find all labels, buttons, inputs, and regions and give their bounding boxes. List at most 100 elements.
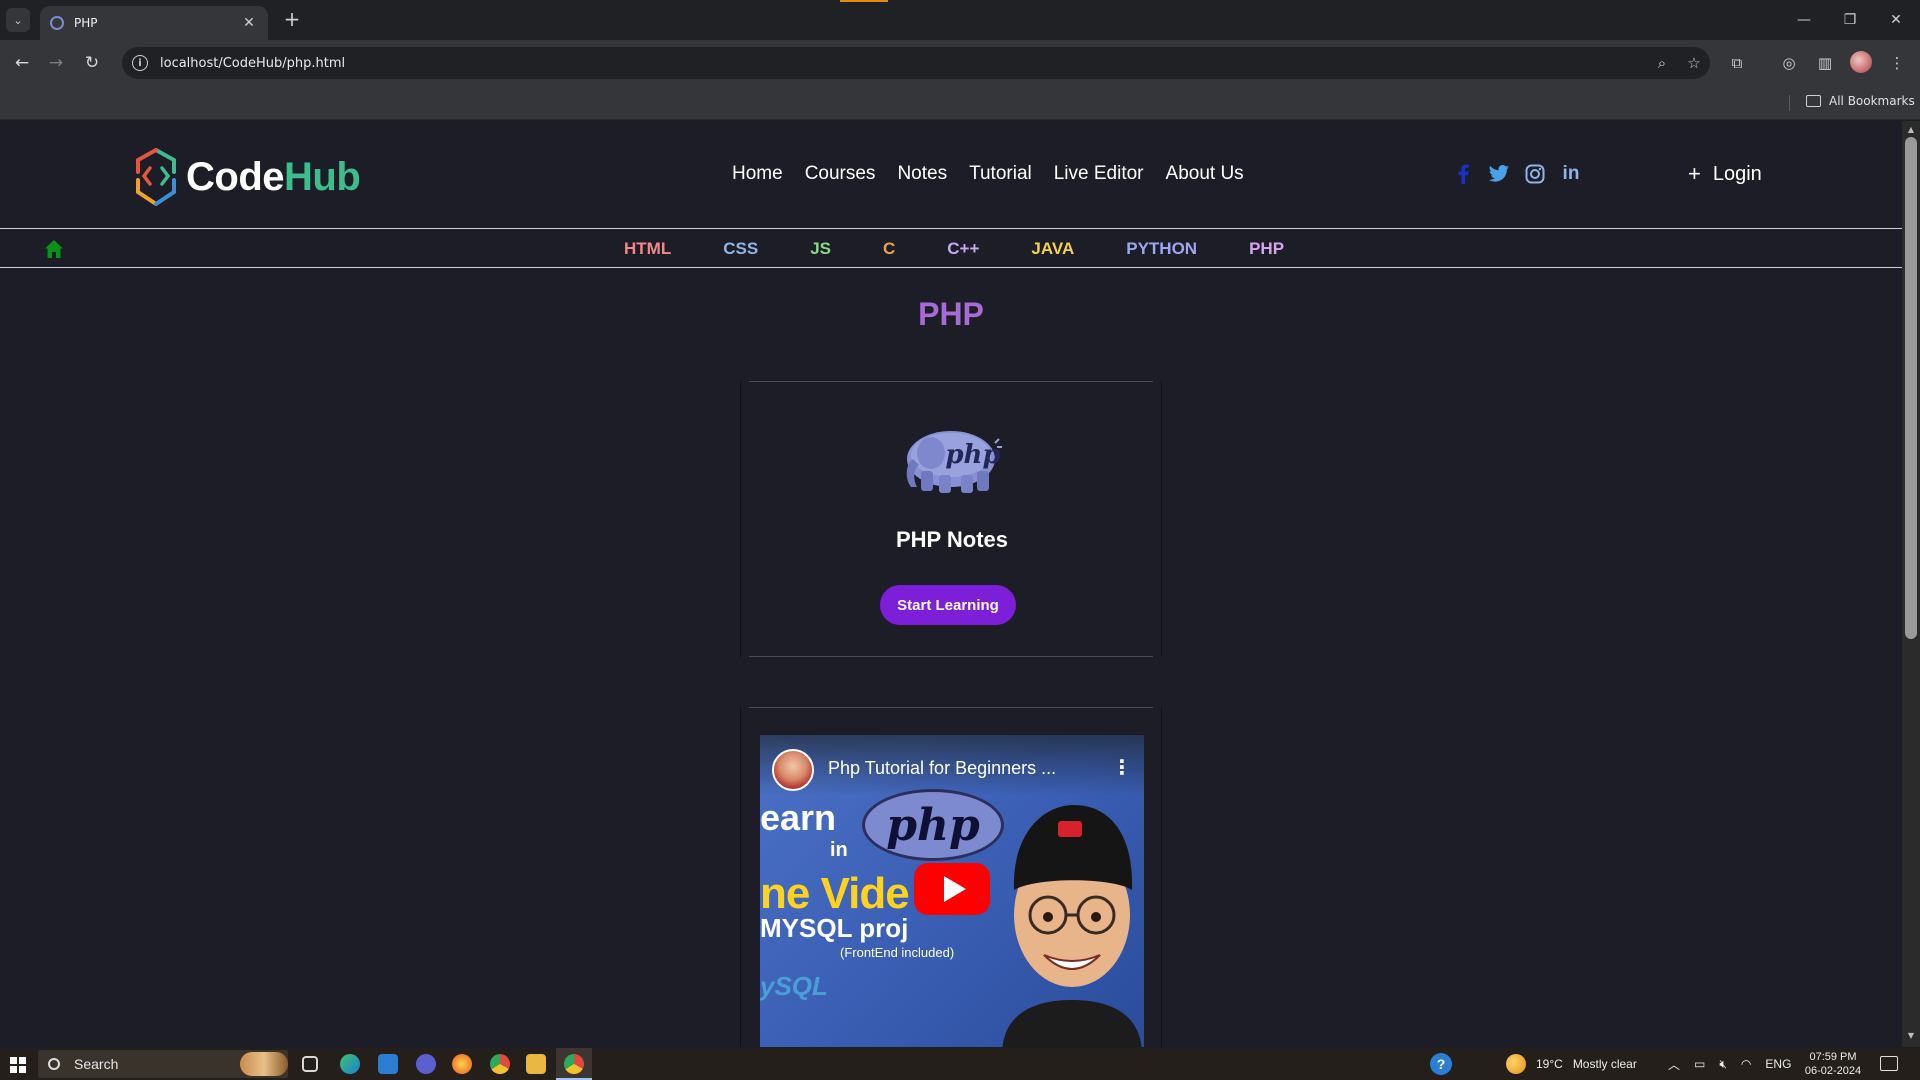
active-chrome-app[interactable] xyxy=(556,1048,592,1080)
folder-icon xyxy=(1806,95,1821,107)
edge-icon[interactable] xyxy=(340,1054,360,1074)
firefox-icon[interactable] xyxy=(452,1054,472,1074)
help-icon[interactable]: ? xyxy=(1430,1048,1452,1080)
social-links: in xyxy=(1452,163,1582,185)
play-button[interactable] xyxy=(914,863,990,915)
php-elephant-logo: php xyxy=(906,431,1002,493)
clock-date: 06-02-2024 xyxy=(1804,1065,1862,1077)
browser-toolbar: ← → ↻ i localhost/CodeHub/php.html ⌕ ☆ ⧉… xyxy=(0,40,1920,86)
search-label: Search xyxy=(74,1056,119,1072)
logo-text-hub: Hub xyxy=(284,154,361,199)
codehub-logo[interactable]: CodeHub xyxy=(134,148,361,206)
task-view-icon[interactable] xyxy=(302,1056,318,1072)
lang-link-python[interactable]: PYTHON xyxy=(1126,239,1197,259)
channel-avatar[interactable] xyxy=(772,749,814,791)
reload-button[interactable]: ↻ xyxy=(80,51,104,75)
windows-taskbar: Search ? 19°C Mostly clear ︿ ▭ 🔇︎ ◠ ENG … xyxy=(0,1048,1920,1080)
notifications-icon[interactable] xyxy=(1880,1056,1898,1071)
lang-link-cpp[interactable]: C++ xyxy=(947,239,979,259)
scroll-thumb[interactable] xyxy=(1905,137,1917,639)
nav-courses[interactable]: Courses xyxy=(805,163,876,185)
lang-link-java[interactable]: JAVA xyxy=(1031,239,1074,259)
browser-tab[interactable]: PHP ✕ xyxy=(40,6,268,40)
extensions-icon[interactable]: ⧉ xyxy=(1724,51,1750,75)
facebook-icon[interactable] xyxy=(1452,163,1474,185)
login-label: Login xyxy=(1712,162,1762,185)
lang-link-html[interactable]: HTML xyxy=(624,239,671,259)
close-window-button[interactable]: ✕ xyxy=(1878,6,1914,34)
profile-avatar[interactable] xyxy=(1850,51,1872,73)
media-player-icon[interactable] xyxy=(416,1054,436,1074)
twitter-icon[interactable] xyxy=(1488,163,1510,185)
all-bookmarks-button[interactable]: All Bookmarks xyxy=(1806,94,1915,108)
chevron-down-icon: ⌄ xyxy=(13,13,23,27)
chrome-icon[interactable] xyxy=(490,1054,510,1074)
linkedin-icon[interactable]: in xyxy=(1560,163,1582,185)
youtube-embed[interactable]: earn in php ne Vide MYSQL proj (FrontEnd… xyxy=(760,735,1144,1047)
thumb-text-video: ne Vide xyxy=(760,869,910,918)
nav-live-editor[interactable]: Live Editor xyxy=(1054,163,1144,185)
side-panel-icon[interactable]: ▥ xyxy=(1812,51,1838,75)
video-card: earn in php ne Vide MYSQL proj (FrontEnd… xyxy=(740,707,1162,1047)
thumb-text-mysql: MYSQL proj xyxy=(760,913,909,943)
bookmark-star-icon[interactable]: ☆ xyxy=(1678,54,1710,72)
thumb-text-learn: earn xyxy=(760,797,837,838)
scroll-down-arrow[interactable]: ▼ xyxy=(1906,1031,1916,1040)
thumb-text-frontend: (FrontEnd included) xyxy=(840,945,955,960)
bookmarks-separator xyxy=(1789,95,1790,111)
site-header: CodeHub Home Courses Notes Tutorial Live… xyxy=(0,121,1902,229)
thumb-mysql-logo: ySQL xyxy=(760,971,828,1001)
nav-notes[interactable]: Notes xyxy=(897,163,947,185)
clock-time: 07:59 PM xyxy=(1809,1051,1857,1063)
minimize-button[interactable]: — xyxy=(1786,6,1822,34)
zoom-icon[interactable]: ⌕ xyxy=(1646,54,1678,72)
sync-icon[interactable]: ◎ xyxy=(1776,51,1802,75)
codehub-logo-icon xyxy=(136,148,176,206)
menu-kebab-icon[interactable]: ⋮ xyxy=(1884,51,1910,75)
video-more-icon[interactable]: ⋮ xyxy=(1112,755,1132,779)
clock[interactable]: 07:59 PM 06-02-2024 xyxy=(1790,1050,1876,1078)
close-tab-icon[interactable]: ✕ xyxy=(240,15,258,31)
tray-overflow-icon[interactable]: ︿ xyxy=(1668,1056,1680,1073)
lang-link-css[interactable]: CSS xyxy=(723,239,758,259)
lang-link-php[interactable]: PHP xyxy=(1249,239,1284,259)
bookmarks-bar: All Bookmarks xyxy=(0,86,1920,120)
lang-link-js[interactable]: JS xyxy=(810,239,831,259)
instagram-icon[interactable] xyxy=(1524,163,1546,185)
page-scrollbar[interactable]: ▲ ▼ xyxy=(1902,121,1920,1047)
nav-home[interactable]: Home xyxy=(732,163,783,185)
file-explorer-icon[interactable] xyxy=(526,1054,546,1074)
address-bar[interactable]: i localhost/CodeHub/php.html ⌕ ☆ xyxy=(122,47,1710,79)
restore-button[interactable]: ❐ xyxy=(1832,6,1868,34)
site-info-icon[interactable]: i xyxy=(132,55,148,71)
wifi-icon[interactable]: ◠ xyxy=(1741,1057,1751,1071)
mail-icon[interactable] xyxy=(378,1054,398,1074)
plus-icon: + xyxy=(1688,161,1701,186)
tab-search-button[interactable]: ⌄ xyxy=(6,8,30,32)
back-button[interactable]: ← xyxy=(10,51,34,75)
tab-title: PHP xyxy=(74,16,98,30)
new-tab-button[interactable]: + xyxy=(280,8,304,32)
video-title[interactable]: Php Tutorial for Beginners ... xyxy=(828,758,1056,779)
volume-muted-icon[interactable]: 🔇︎ xyxy=(1719,1057,1727,1072)
search-highlight-image xyxy=(240,1052,288,1076)
battery-icon[interactable]: ▭ xyxy=(1694,1057,1705,1071)
nav-tutorial[interactable]: Tutorial xyxy=(969,163,1032,185)
url-text[interactable]: localhost/CodeHub/php.html xyxy=(160,56,1646,71)
language-indicator[interactable]: ENG xyxy=(1765,1057,1791,1071)
scroll-up-arrow[interactable]: ▲ xyxy=(1906,125,1916,134)
nav-about-us[interactable]: About Us xyxy=(1166,163,1244,185)
page-title: PHP xyxy=(918,296,984,332)
weather-widget[interactable]: 19°C Mostly clear xyxy=(1506,1048,1637,1080)
weather-temp: 19°C xyxy=(1536,1057,1563,1071)
lang-link-c[interactable]: C xyxy=(883,239,895,259)
windows-start-icon[interactable] xyxy=(10,1057,26,1073)
home-icon[interactable] xyxy=(44,239,64,259)
browser-tab-strip: ⌄ PHP ✕ + — ❐ ✕ xyxy=(0,0,1920,40)
login-button[interactable]: + Login xyxy=(1688,161,1762,187)
start-learning-button[interactable]: Start Learning xyxy=(880,585,1016,625)
forward-button[interactable]: → xyxy=(44,51,68,75)
weather-moon-icon xyxy=(1506,1054,1526,1074)
logo-text-code: Code xyxy=(186,154,285,199)
language-nav: HTML CSS JS C C++ JAVA PYTHON PHP xyxy=(624,239,1336,259)
